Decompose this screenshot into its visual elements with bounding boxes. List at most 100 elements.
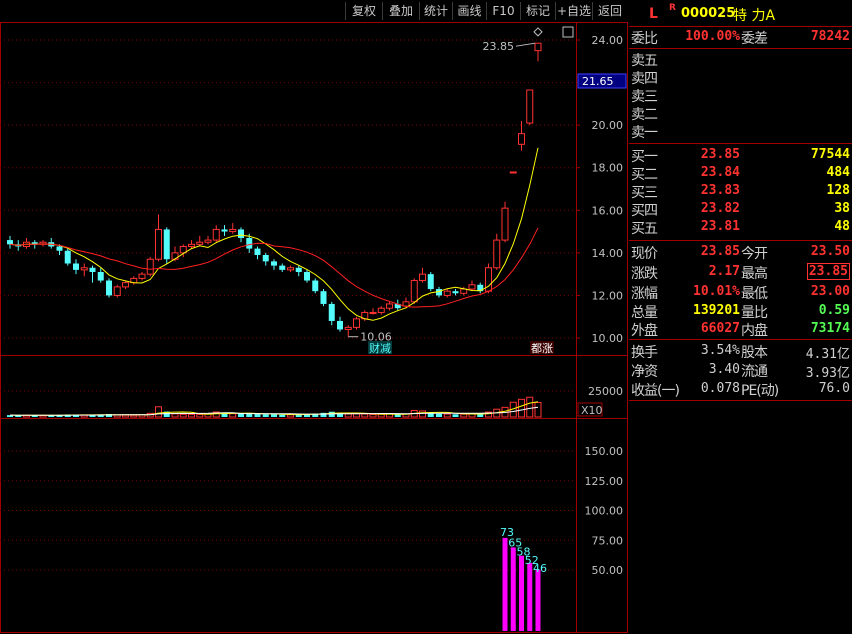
indicator-bar <box>510 547 516 631</box>
candle-body-down <box>238 229 244 238</box>
stat-row: 涨幅 10.01% 最低 23.00 <box>629 282 852 303</box>
volume-bar-up <box>419 410 426 418</box>
divider <box>629 143 852 144</box>
candle-body-up <box>509 171 517 174</box>
quote-panel: L R 000025 特 力A 委比 100.00% 委差 78242 卖五 卖… <box>629 0 852 634</box>
fund-label: 股本 <box>741 345 768 361</box>
stat-label: 最高 <box>741 266 768 282</box>
chart-toolbar: 复权 叠加 统计 画线 F10 标记 +自选 返回 <box>0 0 627 22</box>
candle-body-up <box>534 42 542 52</box>
candle-body-down <box>56 246 63 251</box>
stat-row: 现价 23.85 今开 23.50 <box>629 242 852 263</box>
stock-code: 000025 <box>681 6 736 21</box>
ask-row: 卖一 <box>629 121 852 142</box>
indicator-tick-label: 125.00 <box>585 475 624 488</box>
fund-value: 3.54% <box>700 343 740 358</box>
ask-label: 卖一 <box>631 125 658 141</box>
candle-body-down <box>246 237 253 249</box>
stat-value: 139201 <box>693 303 740 318</box>
volume-bar-down <box>436 413 442 417</box>
indicator-tick-label: 150.00 <box>585 445 624 458</box>
candle-body-down <box>312 280 319 292</box>
weibi-label: 委比 <box>631 31 658 47</box>
stock-name: 特 力A <box>733 8 776 24</box>
candle-body-down <box>477 284 484 292</box>
statistics-button[interactable]: 统计 <box>419 2 452 20</box>
candle-body-up <box>369 311 377 314</box>
candle-body-down <box>271 261 277 266</box>
divider <box>629 400 852 401</box>
fund-value: 76.0 <box>818 381 850 396</box>
stat-value: 23.00 <box>810 284 850 299</box>
bid-volume: 38 <box>834 201 850 216</box>
indicator-bar-label: 46 <box>533 562 547 575</box>
stat-row: 涨跌 2.17 最高 23.85 <box>629 262 852 283</box>
stock-flag-l: L <box>649 6 658 22</box>
stat-value: 2.17 <box>708 264 740 279</box>
price-tick-label: 20.00 <box>592 119 624 132</box>
bid-volume: 128 <box>826 183 850 198</box>
candle-body-down <box>254 248 261 255</box>
stat-label: 外盘 <box>631 323 658 339</box>
back-button[interactable]: 返回 <box>592 2 627 20</box>
candle-body-down <box>452 291 459 294</box>
candle-body-up <box>122 282 129 288</box>
volume-bar-up <box>179 413 187 418</box>
draw-line-button[interactable]: 画线 <box>452 2 486 20</box>
stat-row: 外盘 66027 内盘 73174 <box>629 319 852 340</box>
candle-body-down <box>328 303 335 321</box>
price-tick-label: 12.00 <box>592 289 624 302</box>
candle-body-up <box>155 228 162 260</box>
bid-price: 23.81 <box>700 219 740 234</box>
overlay-button[interactable]: 叠加 <box>382 2 419 20</box>
fund-row: 收益(一) 0.078 PE(动) 76.0 <box>629 379 852 400</box>
stat-value: 10.01% <box>693 284 740 299</box>
kline-chart-area[interactable]: 24.0022.0020.0018.0016.0014.0012.0010.00… <box>0 0 628 634</box>
fuquan-button[interactable]: 复权 <box>345 2 382 20</box>
event-tag-left: 财减 <box>369 341 391 355</box>
candle-body-up <box>344 326 352 330</box>
volume-bar-up <box>171 413 179 418</box>
ma-fast-line <box>9 147 539 321</box>
volume-bar-up <box>443 413 451 418</box>
candle-body-up <box>410 280 418 303</box>
candle-body-up <box>443 290 451 296</box>
candle-body-down <box>320 291 327 304</box>
candle-body-up <box>204 239 212 243</box>
price-tick-label: 16.00 <box>592 204 624 217</box>
indicator-tick-label: 100.00 <box>585 505 624 518</box>
fund-value: 3.40 <box>708 362 740 377</box>
candle-body-down <box>106 280 112 296</box>
volume-bar-up <box>188 413 195 418</box>
candle-body-down <box>97 272 104 281</box>
high-label: 23.85 <box>483 40 515 53</box>
bid-label: 买五 <box>631 221 658 237</box>
volume-bar-up <box>344 413 352 418</box>
volume-tick-label: 25000 <box>588 385 623 398</box>
add-favorite-button[interactable]: +自选 <box>555 2 592 20</box>
f10-button[interactable]: F10 <box>486 2 520 20</box>
volume-bar-up <box>361 413 369 418</box>
candle-body-up <box>377 307 385 313</box>
candle-body-up <box>501 207 509 241</box>
bid-price: 23.83 <box>700 183 740 198</box>
volume-bar-up <box>196 414 204 418</box>
candle-body-up <box>80 267 88 271</box>
candle-body-up <box>287 267 294 271</box>
candle-body-up <box>518 133 525 145</box>
mark-button[interactable]: 标记 <box>520 2 555 20</box>
weicha-label: 委差 <box>741 31 768 47</box>
divider <box>629 240 852 241</box>
indicator-bar <box>519 555 524 631</box>
candle-body-up <box>460 288 468 294</box>
candle-body-down <box>304 272 310 281</box>
volume-bar-down <box>271 414 277 417</box>
candle-body-down <box>279 265 286 270</box>
candle-body-up <box>138 273 146 279</box>
candle-body-down <box>262 254 269 262</box>
volume-bar-up <box>130 414 138 418</box>
stat-value: 0.59 <box>818 303 850 318</box>
fund-label: 收益(一) <box>631 383 680 399</box>
volume-bar-down <box>279 414 286 417</box>
fund-row: 换手 3.54% 股本 4.31亿 <box>629 341 852 362</box>
